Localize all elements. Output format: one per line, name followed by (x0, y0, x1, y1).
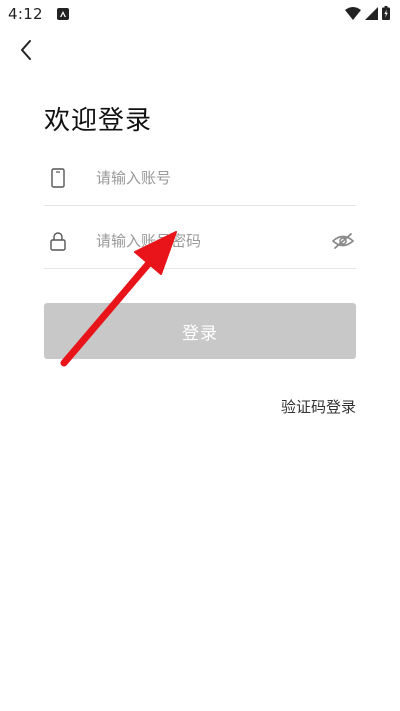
wifi-icon (345, 5, 361, 24)
password-input[interactable] (96, 225, 330, 256)
signal-icon (365, 5, 378, 24)
login-page: 4:12 欢迎登录 请输入账号 登录 验证码登录 (0, 0, 400, 711)
account-input[interactable] (96, 162, 356, 193)
account-field (44, 150, 356, 206)
phone-icon (44, 167, 72, 188)
lock-icon (44, 231, 72, 251)
password-field (44, 213, 356, 269)
page-title: 欢迎登录 (44, 106, 153, 136)
eye-hidden-icon[interactable] (330, 228, 356, 254)
status-icons (345, 5, 390, 24)
login-button[interactable]: 登录 (44, 303, 356, 359)
verification-code-login-link[interactable]: 验证码登录 (281, 396, 356, 417)
status-time: 4:12 (8, 5, 43, 23)
battery-icon (382, 5, 390, 24)
app-notification-icon (56, 8, 69, 20)
back-button[interactable] (12, 36, 40, 68)
chevron-left-icon (19, 39, 33, 65)
status-bar: 4:12 (0, 0, 400, 28)
